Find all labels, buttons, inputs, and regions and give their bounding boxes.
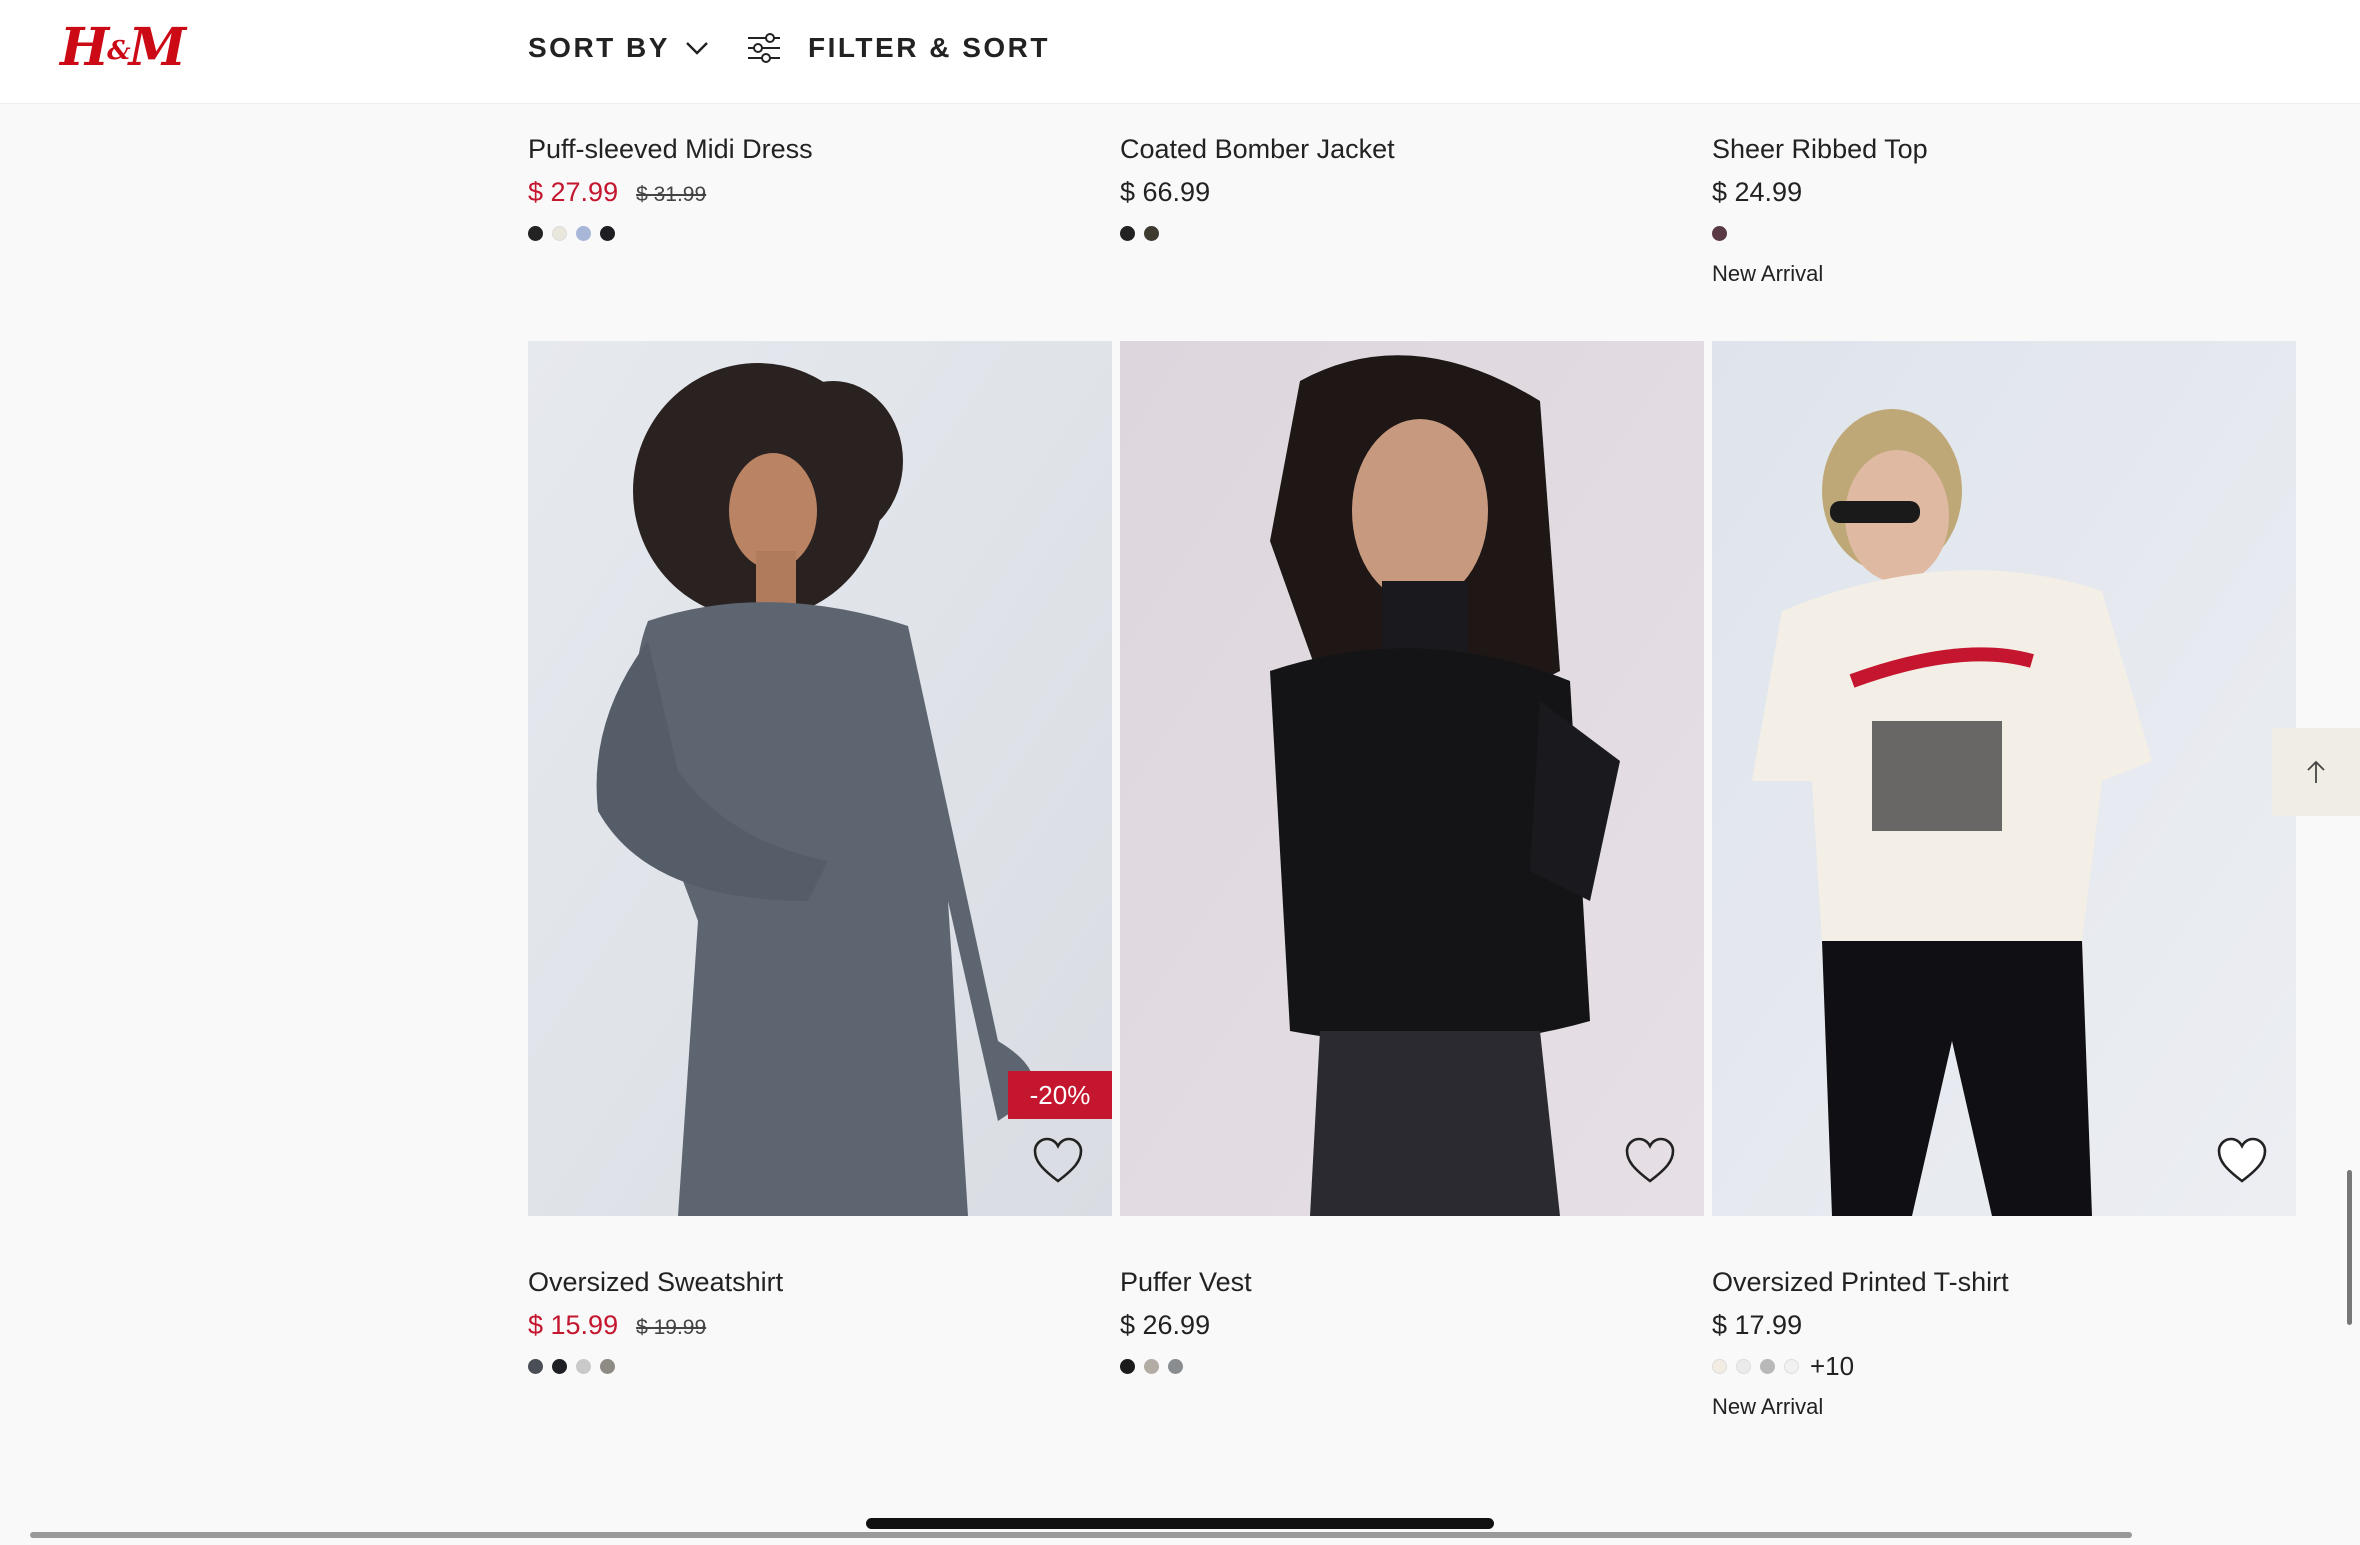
price-row: $ 24.99 — [1712, 177, 1802, 208]
color-swatch[interactable] — [1760, 1358, 1775, 1374]
price-row: $ 17.99 — [1712, 1310, 1802, 1341]
color-swatch[interactable] — [528, 226, 543, 241]
filter-sort-label: FILTER & SORT — [808, 32, 1050, 63]
color-swatches — [1120, 226, 1168, 241]
original-price: $ 31.99 — [636, 183, 707, 206]
price-row: $ 26.99 — [1120, 1310, 1210, 1341]
color-swatches — [1712, 226, 1736, 241]
color-swatch[interactable] — [1784, 1358, 1799, 1374]
color-swatch[interactable] — [552, 1359, 567, 1374]
color-swatches — [528, 226, 624, 241]
heart-icon[interactable] — [2216, 1137, 2268, 1185]
price-row: $ 15.99 $ 19.99 — [528, 1310, 706, 1341]
new-arrival-tag: New Arrival — [1712, 261, 1824, 286]
vertical-scrollbar[interactable] — [2347, 1170, 2352, 1325]
horizontal-scrollbar[interactable] — [30, 1532, 2132, 1538]
price: $ 17.99 — [1712, 1310, 1803, 1340]
sliders-icon — [748, 33, 780, 63]
product-image[interactable] — [1120, 341, 1704, 1216]
product-title[interactable]: Puff-sleeved Midi Dress — [528, 134, 813, 165]
arrow-up-icon — [2307, 760, 2325, 783]
color-swatch[interactable] — [552, 226, 567, 241]
color-swatch[interactable] — [576, 1359, 591, 1374]
price: $ 66.99 — [1120, 177, 1211, 207]
top-bar: H&M SORT BY FILTER & SORT — [0, 0, 2360, 103]
sale-price: $ 27.99 — [528, 177, 619, 207]
color-swatch[interactable] — [1120, 226, 1135, 241]
product-title[interactable]: Puffer Vest — [1120, 1267, 1252, 1298]
product-title[interactable]: Oversized Sweatshirt — [528, 1267, 783, 1298]
color-swatch[interactable] — [1120, 1359, 1135, 1374]
chevron-down-icon — [686, 42, 708, 55]
color-swatch[interactable] — [1736, 1358, 1751, 1374]
color-swatch[interactable] — [1168, 1359, 1183, 1374]
color-swatch[interactable] — [1144, 1359, 1159, 1374]
home-indicator[interactable] — [866, 1518, 1494, 1529]
back-to-top-button[interactable] — [2272, 728, 2360, 816]
product-photo — [1120, 341, 1704, 1216]
filter-sort-button[interactable]: FILTER & SORT — [746, 26, 1050, 70]
color-swatch[interactable] — [600, 226, 615, 241]
price-row: $ 66.99 — [1120, 177, 1210, 208]
color-swatch[interactable] — [1712, 226, 1727, 241]
color-swatch[interactable] — [1144, 226, 1159, 241]
product-title[interactable]: Coated Bomber Jacket — [1120, 134, 1395, 165]
product-title[interactable]: Oversized Printed T-shirt — [1712, 1267, 2009, 1298]
color-swatch[interactable] — [1712, 1358, 1727, 1374]
color-swatch[interactable] — [600, 1359, 615, 1374]
sort-by-button[interactable]: SORT BY — [528, 26, 710, 70]
product-image[interactable]: -20% — [528, 341, 1112, 1216]
discount-badge: -20% — [1008, 1071, 1112, 1119]
product-image[interactable] — [1712, 341, 2296, 1216]
color-swatches — [1120, 1359, 1192, 1374]
color-swatches — [528, 1359, 624, 1374]
color-swatch[interactable] — [528, 1359, 543, 1374]
sale-price: $ 15.99 — [528, 1310, 619, 1340]
heart-icon[interactable] — [1624, 1137, 1676, 1185]
product-photo — [1712, 341, 2296, 1216]
price: $ 26.99 — [1120, 1310, 1211, 1340]
heart-icon[interactable] — [1032, 1137, 1084, 1185]
hm-logo[interactable]: H&M — [60, 18, 186, 81]
more-colors-count[interactable]: +10 — [1810, 1351, 1854, 1382]
original-price: $ 19.99 — [636, 1316, 707, 1339]
new-arrival-tag: New Arrival — [1712, 1394, 1824, 1419]
price-row: $ 27.99 $ 31.99 — [528, 177, 706, 208]
color-swatch[interactable] — [576, 226, 591, 241]
sort-by-label: SORT BY — [528, 32, 670, 63]
color-swatches: +10 — [1712, 1349, 1854, 1383]
product-title[interactable]: Sheer Ribbed Top — [1712, 134, 1928, 165]
price: $ 24.99 — [1712, 177, 1803, 207]
